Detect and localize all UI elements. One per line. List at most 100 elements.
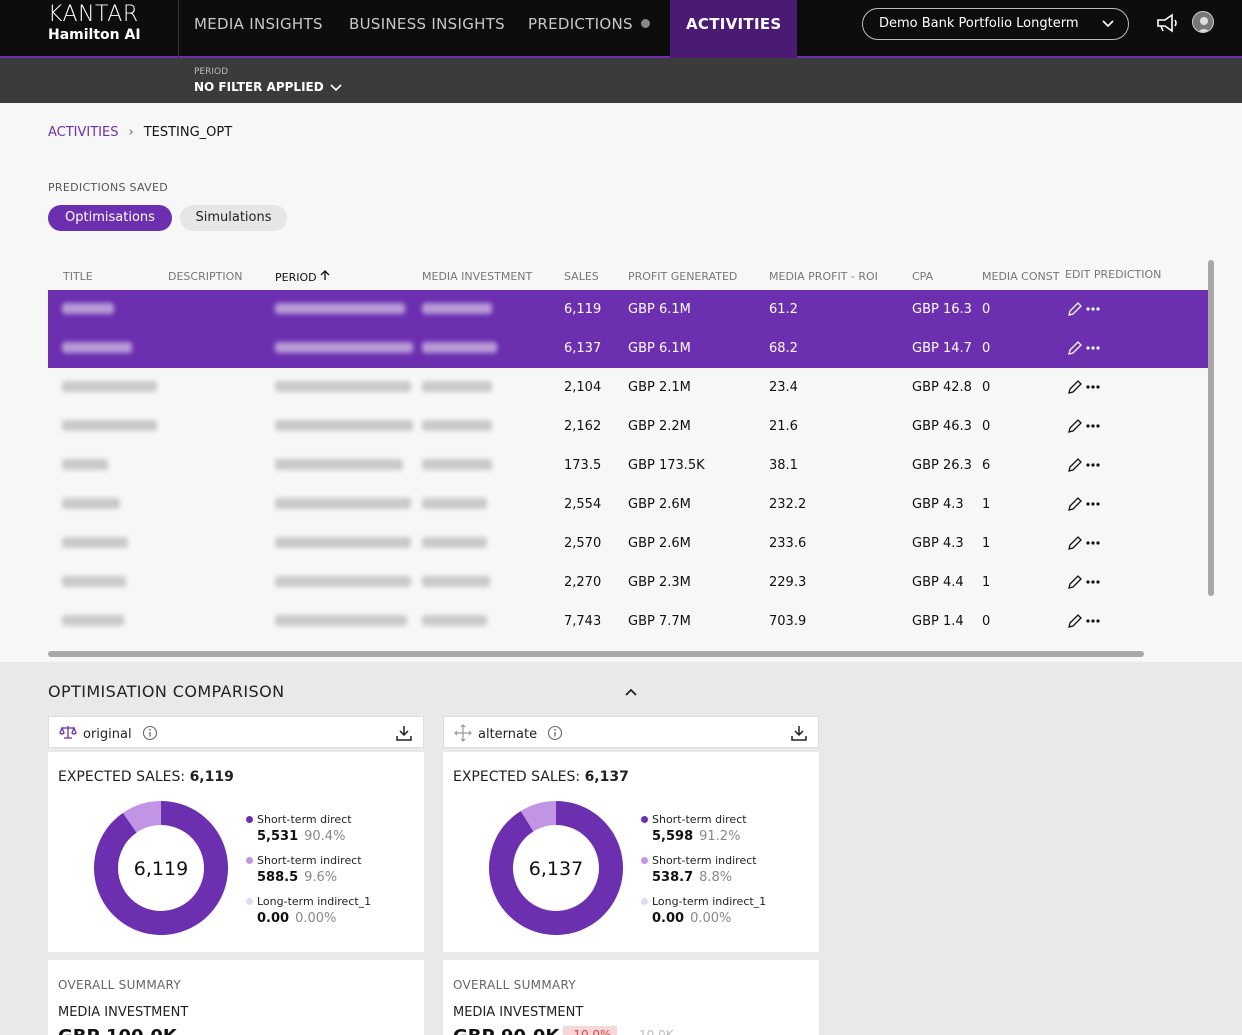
table-row[interactable]: 2,104 GBP 2.1M 23.4 GBP 42.8 0 [48, 368, 1210, 407]
legend-value: 588.5 [257, 870, 299, 885]
edit-pencil-icon[interactable] [1068, 497, 1082, 511]
card-header: alternate [443, 716, 819, 748]
card-body: EXPECTED SALES: 6,119 6,119 Short-term dir… [48, 752, 424, 952]
expected-sales-value: 6,137 [584, 769, 629, 785]
redacted-investment [422, 342, 497, 353]
tab-simulations[interactable]: Simulations [180, 205, 287, 231]
edit-pencil-icon[interactable] [1068, 419, 1082, 433]
legend-value: 538.7 [652, 870, 694, 885]
table-row[interactable]: 6,119 GBP 6.1M 61.2 GBP 16.3 0 [48, 290, 1210, 329]
download-icon[interactable] [395, 724, 413, 746]
portfolio-select-value: Demo Bank Portfolio Longterm [879, 16, 1079, 31]
redacted-period [275, 615, 407, 626]
breadcrumb-activities-link[interactable]: ACTIVITIES [48, 125, 118, 140]
column-header-period[interactable]: PERIOD [275, 270, 330, 284]
edit-pencil-icon[interactable] [1068, 302, 1082, 316]
download-icon[interactable] [790, 724, 808, 746]
sales-donut-chart: 6,137 [489, 801, 623, 939]
megaphone-icon[interactable] [1155, 12, 1179, 38]
legend-value: 5,598 [652, 829, 694, 844]
edit-pencil-icon[interactable] [1068, 575, 1082, 589]
sort-arrow-up-icon [320, 270, 330, 280]
more-options-icon[interactable] [1086, 385, 1100, 389]
edit-pencil-icon[interactable] [1068, 341, 1082, 355]
more-options-icon[interactable] [1086, 619, 1100, 623]
table-row[interactable]: 2,162 GBP 2.2M 21.6 GBP 46.3 0 [48, 407, 1210, 446]
row-actions [1066, 378, 1110, 400]
more-options-icon[interactable] [1086, 307, 1100, 311]
edit-pencil-icon[interactable] [1068, 458, 1082, 472]
cell-profit: GBP 7.7M [628, 614, 691, 629]
row-actions [1066, 417, 1110, 439]
column-header-description[interactable]: DESCRIPTION [168, 270, 242, 283]
table-header: TITLE DESCRIPTION PERIOD MEDIA INVESTMEN… [48, 262, 1210, 290]
brand-logo[interactable]: KANTAR Hamilton AI [0, 0, 179, 58]
more-options-icon[interactable] [1086, 502, 1100, 506]
redacted-title [62, 537, 128, 548]
column-header-roi[interactable]: MEDIA PROFIT - ROI [769, 270, 878, 283]
column-header-title[interactable]: TITLE [63, 270, 93, 283]
cell-profit: GBP 2.1M [628, 380, 691, 395]
collapse-chevron-icon[interactable] [624, 682, 638, 701]
brand-subtitle: Hamilton AI [48, 27, 141, 43]
more-options-icon[interactable] [1086, 463, 1100, 467]
info-icon[interactable] [142, 725, 158, 741]
cell-cpa: GBP 16.3 [912, 302, 972, 317]
table-row[interactable]: 2,570 GBP 2.6M 233.6 GBP 4.3 1 [48, 524, 1210, 563]
expected-sales: EXPECTED SALES: 6,137 [453, 769, 629, 785]
expected-sales: EXPECTED SALES: 6,119 [58, 769, 234, 785]
horizontal-scrollbar[interactable] [48, 651, 1144, 657]
legend-value-row: 588.5 9.6% [257, 870, 337, 885]
more-options-icon[interactable] [1086, 541, 1100, 545]
table-row[interactable]: 173.5 GBP 173.5K 38.1 GBP 26.3 6 [48, 446, 1210, 485]
expected-sales-label: EXPECTED SALES: [58, 769, 186, 785]
redacted-investment [422, 498, 487, 509]
nav-business-insights[interactable]: BUSINESS INSIGHTS [349, 0, 505, 58]
redacted-title [62, 420, 157, 431]
more-options-icon[interactable] [1086, 346, 1100, 350]
period-filter-dropdown[interactable]: NO FILTER APPLIED [194, 80, 342, 94]
table-row[interactable]: 2,270 GBP 2.3M 229.3 GBP 4.4 1 [48, 563, 1210, 602]
chevron-down-icon [330, 84, 342, 92]
column-header-sales[interactable]: SALES [564, 270, 599, 283]
cell-sales: 2,270 [564, 575, 602, 590]
edit-pencil-icon[interactable] [1068, 380, 1082, 394]
summary-metric-label: MEDIA INVESTMENT [453, 1005, 584, 1020]
portfolio-select[interactable]: Demo Bank Portfolio Longterm [862, 8, 1129, 40]
column-header-media-investment[interactable]: MEDIA INVESTMENT [422, 270, 532, 283]
summary-title: OVERALL SUMMARY [58, 978, 181, 992]
column-header-profit[interactable]: PROFIT GENERATED [628, 270, 737, 283]
legend-dot-icon [246, 857, 253, 864]
table-row[interactable]: 6,137 GBP 6.1M 68.2 GBP 14.7 0 [48, 329, 1210, 368]
redacted-period [275, 537, 411, 548]
legend-value-row: 538.7 8.8% [652, 870, 732, 885]
legend-label: Short-term indirect [257, 854, 362, 867]
nav-predictions[interactable]: PREDICTIONS [528, 0, 650, 58]
cell-profit: GBP 6.1M [628, 341, 691, 356]
vertical-scrollbar[interactable] [1208, 260, 1214, 596]
cell-profit: GBP 2.3M [628, 575, 691, 590]
cell-media-const: 1 [982, 497, 991, 512]
legend-percent: 0.00% [295, 911, 337, 926]
avatar[interactable] [1192, 11, 1214, 33]
redacted-investment [422, 576, 490, 587]
nav-media-insights[interactable]: MEDIA INSIGHTS [194, 0, 323, 58]
legend-label: Short-term direct [652, 813, 747, 826]
column-header-cpa[interactable]: CPA [912, 270, 933, 283]
nav-activities[interactable]: ACTIVITIES [670, 0, 798, 58]
more-options-icon[interactable] [1086, 424, 1100, 428]
edit-pencil-icon[interactable] [1068, 536, 1082, 550]
column-header-edit: EDIT PREDICTION [1065, 268, 1162, 281]
column-header-media-const[interactable]: MEDIA CONST [982, 270, 1061, 283]
info-icon[interactable] [547, 725, 563, 741]
row-actions [1066, 339, 1110, 361]
tab-optimisations[interactable]: Optimisations [48, 205, 172, 231]
table-row[interactable]: 2,554 GBP 2.6M 232.2 GBP 4.3 1 [48, 485, 1210, 524]
more-options-icon[interactable] [1086, 580, 1100, 584]
table-row[interactable]: 7,743 GBP 7.7M 703.9 GBP 1.4 0 [48, 602, 1210, 641]
card-body: EXPECTED SALES: 6,137 6,137 Short-term dir… [443, 752, 819, 952]
column-header-period-label: PERIOD [275, 271, 317, 284]
cell-media-const: 6 [982, 458, 991, 473]
cell-sales: 2,570 [564, 536, 602, 551]
edit-pencil-icon[interactable] [1068, 614, 1082, 628]
